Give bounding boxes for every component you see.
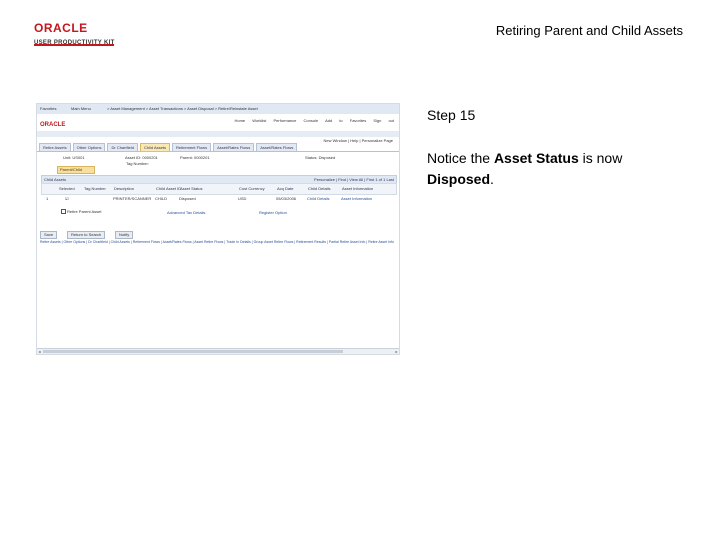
logo-underline xyxy=(34,44,114,46)
grid-title: Child Assets xyxy=(44,177,67,182)
col-asset-information: Asset Information xyxy=(342,186,374,191)
parent-label: Parent: 0000201 xyxy=(180,155,210,160)
scroll-right-arrow-icon: ▸ xyxy=(395,349,398,354)
advanced-tax-details-link: Advanced Tax Details xyxy=(167,210,206,215)
breadcrumb-path: > Asset Management > Asset Transactions … xyxy=(107,106,258,111)
instruction-prefix: Notice the xyxy=(427,150,494,166)
save-button: Save xyxy=(40,231,58,239)
return-to-search-button: Return to Search xyxy=(67,231,106,239)
horizontal-scrollbar: ◂ ▸ xyxy=(37,348,399,354)
asset-label: Asset ID: 0000201 xyxy=(125,155,158,160)
tab-divider xyxy=(37,151,399,152)
row-child-details-link: Child Details xyxy=(307,196,330,201)
instruction-suffix: . xyxy=(490,171,494,187)
favorites-menu: Favorites xyxy=(40,106,57,111)
col-child-details: Child Details xyxy=(308,186,331,191)
retire-parent-label: Retire Parent Asset xyxy=(67,209,102,214)
document-title: Retiring Parent and Child Assets xyxy=(495,23,683,38)
grid-controls: Personalize | Find | View All | First 1 … xyxy=(314,177,394,182)
row-cost-currency: USD xyxy=(238,196,247,201)
app-nav-links: Home Worklist Performance Console Add to… xyxy=(234,118,394,123)
table-row: 1 ☑ PRINTER/SCANNER CHILD Disposed USD 0… xyxy=(41,195,395,202)
row-acq-date: 05/03/2006 xyxy=(276,196,297,201)
instruction-field: Asset Status xyxy=(493,150,579,166)
instruction-value: Disposed xyxy=(427,171,491,187)
col-child-asset-id: Child Asset ID xyxy=(156,186,182,191)
logo-wordmark: ORACLE xyxy=(34,21,88,35)
row-asset-information-link: Asset Information xyxy=(341,196,373,201)
app-topbar: Favorites Main Menu > Asset Management >… xyxy=(37,104,399,114)
grid-column-headers: Selected Tag Number Description Child As… xyxy=(41,183,397,195)
oracle-logo: ORACLE USER PRODUCTIVITY KIT xyxy=(34,22,115,46)
application-screenshot: Favorites Main Menu > Asset Management >… xyxy=(36,103,400,355)
notify-button: Notify xyxy=(115,231,134,239)
main-menu: Main Menu xyxy=(71,106,91,111)
row-description: PRINTER/SCANNER xyxy=(113,196,152,201)
new-window-links: New Window | Help | Personalize Page xyxy=(323,138,393,143)
col-tag-number: Tag Number xyxy=(84,186,106,191)
col-selected: Selected xyxy=(59,186,75,191)
instruction-text: Notice the Asset Status is now Disposed. xyxy=(427,148,667,190)
row-number: 1 xyxy=(46,196,49,201)
page-tabs: Retire Assets Other Options Dr Chartfiel… xyxy=(39,143,298,152)
col-description: Description xyxy=(114,186,135,191)
register-option-link: Register Option xyxy=(259,210,287,215)
status-label: Status: Disposed xyxy=(305,155,336,160)
instruction-middle: is now xyxy=(578,150,623,166)
tag-number-label: Tag Number: xyxy=(126,161,149,166)
row-child-asset-id: CHILD xyxy=(155,196,168,201)
col-acq-date: Acq Date xyxy=(277,186,294,191)
scroll-left-arrow-icon: ◂ xyxy=(38,349,41,354)
parent-child-pill: Parent/Child xyxy=(57,166,95,174)
col-asset-status: Asset Status xyxy=(180,186,203,191)
step-label: Step 15 xyxy=(427,107,476,123)
app-logo: ORACLE xyxy=(40,122,66,128)
row-selected-checkbox: ☑ xyxy=(65,196,69,201)
scroll-thumb xyxy=(43,350,343,353)
unit-label: Unit: US001 xyxy=(63,155,85,160)
app-header-band xyxy=(37,131,399,137)
footer-page-links: Retire Assets | Other Options | Dr Chart… xyxy=(40,240,394,244)
col-cost-currency: Cost Currency xyxy=(239,186,265,191)
row-asset-status: Disposed xyxy=(179,196,196,201)
retire-parent-checkbox xyxy=(61,209,66,214)
